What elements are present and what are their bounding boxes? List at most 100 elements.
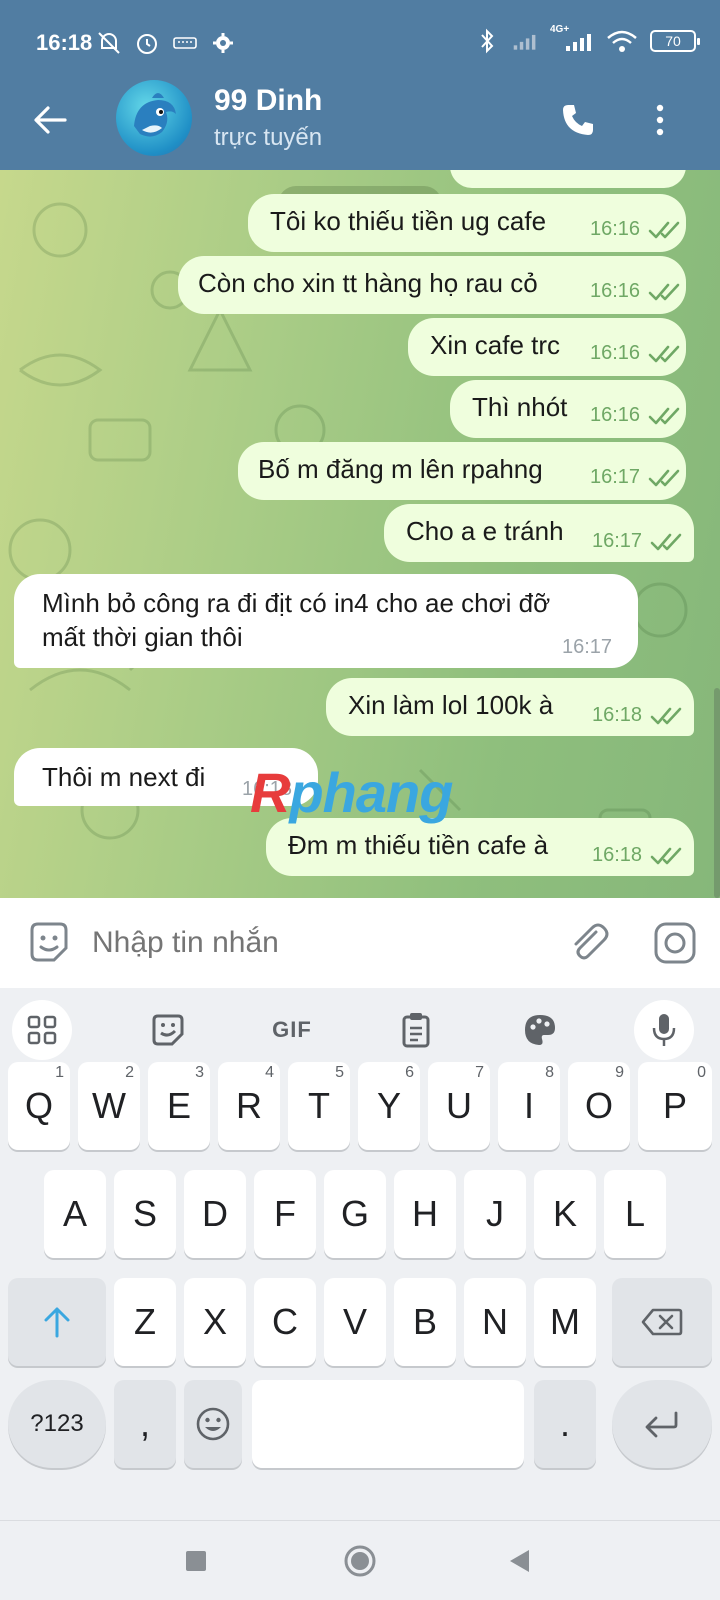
chat-header: 16:18 4G+ 70 99 Dinh trực tuyến: [0, 0, 720, 170]
sticker-button[interactable]: [26, 920, 72, 966]
key-k[interactable]: K: [534, 1170, 596, 1258]
key-label: J: [486, 1193, 504, 1234]
key-q[interactable]: Q1: [8, 1062, 70, 1150]
recents-button[interactable]: [174, 1539, 218, 1583]
clipboard-button[interactable]: [386, 1000, 446, 1060]
enter-key[interactable]: [612, 1380, 712, 1468]
symbols-key[interactable]: ?123: [8, 1380, 106, 1468]
key-r[interactable]: R4: [218, 1062, 280, 1150]
message-bubble-incoming[interactable]: Mình bỏ công ra đi địt có in4 cho ae chơ…: [14, 574, 638, 668]
message-bubble-outgoing[interactable]: Thì nhót 16:16: [450, 380, 686, 438]
key-label: I: [523, 1085, 534, 1126]
gif-button[interactable]: GIF: [262, 1000, 322, 1060]
dolphin-avatar-icon: [134, 93, 176, 137]
call-button[interactable]: [554, 96, 602, 144]
message-bubble-outgoing[interactable]: Tôi ko thiếu tiền ug cafe 16:16: [248, 194, 686, 252]
space-key[interactable]: [252, 1380, 524, 1468]
key-s[interactable]: S: [114, 1170, 176, 1258]
key-a[interactable]: A: [44, 1170, 106, 1258]
key-label: V: [342, 1301, 367, 1342]
key-u[interactable]: U7: [428, 1062, 490, 1150]
contact-name[interactable]: 99 Dinh: [214, 84, 322, 118]
key-label: H: [412, 1193, 438, 1234]
attach-button[interactable]: [566, 920, 612, 966]
key-g[interactable]: G: [324, 1170, 386, 1258]
back-nav-button[interactable]: [498, 1539, 542, 1583]
key-c[interactable]: C: [254, 1278, 316, 1366]
key-label: D: [202, 1193, 228, 1234]
grid-icon: [27, 1015, 57, 1045]
home-button[interactable]: [338, 1539, 382, 1583]
sticker-keyboard-button[interactable]: [138, 1000, 198, 1060]
status-icons-right: 4G+ 70: [474, 24, 700, 54]
message-text: Bố m đăng m lên rpahng: [258, 454, 543, 484]
key-m[interactable]: M: [534, 1278, 596, 1366]
message-text: Tôi ko thiếu tiền ug cafe: [270, 206, 547, 236]
message-bubble-outgoing[interactable]: Còn cho xin tt hàng họ rau cỏ 16:16: [178, 256, 686, 314]
camera-icon: [654, 922, 696, 964]
contact-avatar[interactable]: [116, 80, 192, 156]
key-hint: 8: [545, 1064, 554, 1081]
key-l[interactable]: L: [604, 1170, 666, 1258]
message-input[interactable]: [92, 922, 532, 964]
double-check-icon: [648, 221, 680, 239]
chat-scrollbar[interactable]: [714, 688, 720, 898]
key-t[interactable]: T5: [288, 1062, 350, 1150]
back-button[interactable]: [26, 96, 74, 144]
key-label: K: [552, 1193, 577, 1234]
key-hint: 4: [265, 1064, 274, 1081]
key-w[interactable]: W2: [78, 1062, 140, 1150]
message-bubble-outgoing[interactable]: Đm m thiếu tiền cafe à 16:18: [266, 818, 694, 876]
key-z[interactable]: Z: [114, 1278, 176, 1366]
enter-arrow-icon: [645, 1411, 678, 1438]
key-label: R: [236, 1085, 262, 1126]
message-text: Cho a e tránh: [406, 516, 564, 546]
key-y[interactable]: Y6: [358, 1062, 420, 1150]
backspace-icon: [641, 1308, 683, 1336]
key-label: C: [272, 1301, 298, 1342]
key-e[interactable]: E3: [148, 1062, 210, 1150]
key-d[interactable]: D: [184, 1170, 246, 1258]
key-h[interactable]: H: [394, 1170, 456, 1258]
theme-button[interactable]: [510, 1000, 570, 1060]
key-p[interactable]: P0: [638, 1062, 712, 1150]
apps-grid-button[interactable]: [12, 1000, 72, 1060]
message-time: 16:17: [590, 466, 641, 488]
key-label: F: [274, 1193, 296, 1234]
key-v[interactable]: V: [324, 1278, 386, 1366]
emoji-key[interactable]: [184, 1380, 242, 1468]
message-time: 16:18: [592, 704, 643, 726]
key-j[interactable]: J: [464, 1170, 526, 1258]
key-b[interactable]: B: [394, 1278, 456, 1366]
battery-level: 70: [665, 33, 681, 49]
voice-input-button[interactable]: [634, 1000, 694, 1060]
message-bubble-outgoing[interactable]: Cho a e tránh 16:17: [384, 504, 694, 562]
double-check-icon: [648, 407, 680, 425]
comma-key[interactable]: ,: [114, 1380, 176, 1468]
key-f[interactable]: F: [254, 1170, 316, 1258]
key-label: B: [412, 1301, 437, 1342]
message-bubble-outgoing[interactable]: Xin cafe trc 16:16: [408, 318, 686, 376]
message-bubble-outgoing[interactable]: Xin làm lol 100k à 16:18: [326, 678, 694, 736]
message-bubble-outgoing[interactable]: Bố m đăng m lên rpahng 16:17: [238, 442, 686, 500]
wifi-icon: [606, 28, 638, 54]
key-x[interactable]: X: [184, 1278, 246, 1366]
key-i[interactable]: I8: [498, 1062, 560, 1150]
message-text-line1: Mình bỏ công ra đi địt có in4 cho ae chơ…: [42, 588, 551, 618]
key-n[interactable]: N: [464, 1278, 526, 1366]
key-o[interactable]: O9: [568, 1062, 630, 1150]
chat-area[interactable]: 02/12/2024 Tôi ko thiếu tiền ug cafe 16:…: [0, 170, 720, 898]
signal-weak-icon: [512, 28, 538, 54]
more-menu-button[interactable]: [642, 96, 678, 144]
sticker-emoji-icon: [30, 922, 68, 962]
key-label: N: [482, 1301, 508, 1342]
shift-key[interactable]: [8, 1278, 106, 1366]
period-key[interactable]: .: [534, 1380, 596, 1468]
bluetooth-icon: [474, 28, 500, 54]
key-hint: 3: [195, 1064, 204, 1081]
backspace-key[interactable]: [612, 1278, 712, 1366]
key-label: G: [340, 1193, 369, 1234]
camera-button[interactable]: [652, 920, 698, 966]
clipboard-icon: [402, 1013, 430, 1048]
double-check-icon: [648, 283, 680, 301]
